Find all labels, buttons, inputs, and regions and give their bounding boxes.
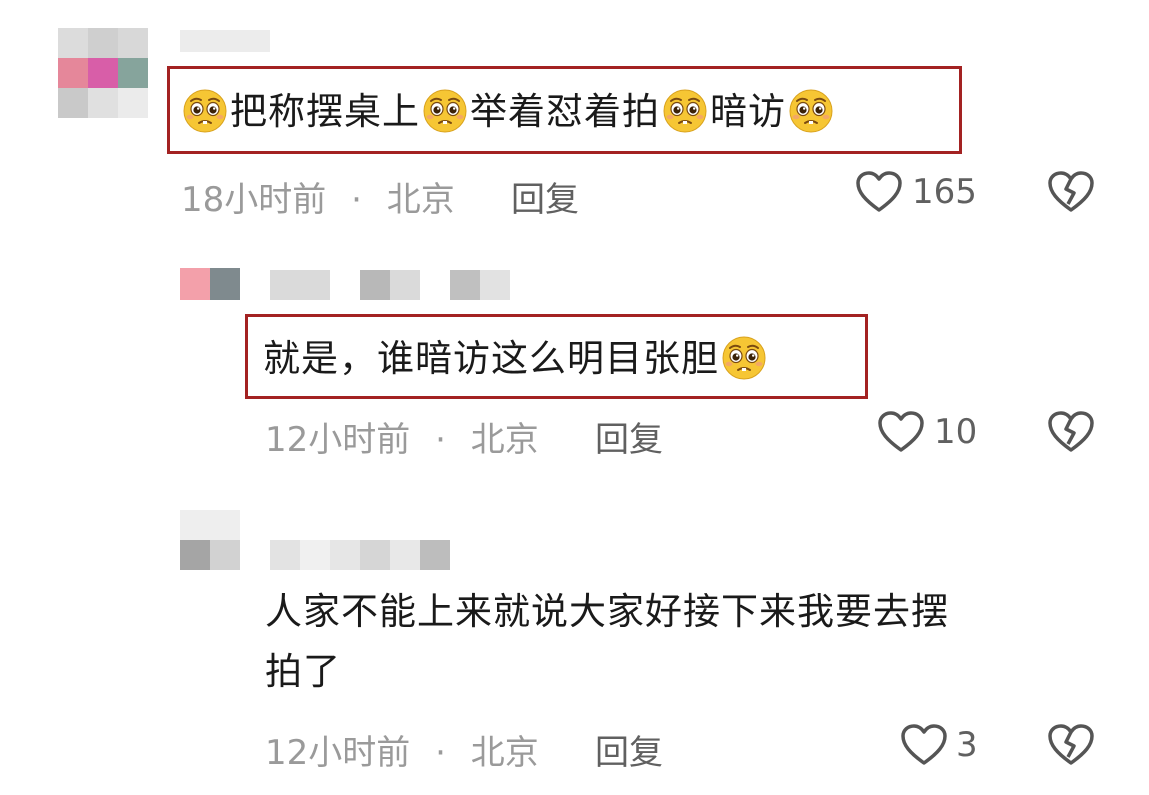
comment-text-body: 就是，谁暗访这么明目张胆 [263, 336, 719, 380]
avatar[interactable] [180, 268, 242, 300]
username[interactable] [270, 540, 480, 570]
pleading-face-emoji-icon [662, 88, 708, 134]
timestamp: 12小时前 [265, 420, 411, 460]
comment-meta: 12小时前 · 北京 [265, 412, 539, 461]
comment-text: 人家不能上来就说大家好接下来我要去摆 拍了 [265, 582, 949, 702]
comment-meta: 12小时前 · 北京 [265, 725, 539, 774]
separator: · [351, 180, 362, 220]
comment-text-line-2: 拍了 [265, 650, 341, 693]
like-count: 165 [912, 172, 977, 212]
heart-outline-icon[interactable] [900, 723, 948, 767]
comment-text: 把称摆桌上 举着怼着拍 暗访 [182, 88, 834, 134]
timestamp: 12小时前 [265, 733, 411, 773]
comment-text-part-2: 举着怼着拍 [470, 89, 660, 133]
separator: · [435, 420, 446, 460]
separator: · [435, 733, 446, 773]
username[interactable] [270, 270, 510, 300]
location: 北京 [470, 733, 539, 773]
avatar[interactable] [58, 28, 153, 123]
comment-text: 就是，谁暗访这么明目张胆 [263, 335, 767, 381]
pleading-face-emoji-icon [182, 88, 228, 134]
like-count: 10 [934, 412, 978, 452]
pleading-face-emoji-icon [721, 335, 767, 381]
like-count: 3 [956, 725, 978, 765]
location: 北京 [470, 420, 539, 460]
location: 北京 [386, 180, 455, 220]
timestamp: 18小时前 [181, 180, 327, 220]
comment-text-part-1: 把称摆桌上 [230, 89, 420, 133]
reply-button[interactable]: 回复 [511, 172, 579, 221]
comment-text-line-1: 人家不能上来就说大家好接下来我要去摆 [265, 590, 949, 633]
broken-heart-icon[interactable] [1047, 170, 1095, 214]
pleading-face-emoji-icon [422, 88, 468, 134]
comment-text-part-3: 暗访 [710, 89, 786, 133]
reply-button[interactable]: 回复 [595, 725, 663, 774]
reply-button[interactable]: 回复 [595, 412, 663, 461]
heart-outline-icon[interactable] [877, 410, 925, 454]
comment-meta: 18小时前 · 北京 [181, 172, 455, 221]
pleading-face-emoji-icon [788, 88, 834, 134]
avatar[interactable] [180, 510, 242, 570]
username[interactable] [180, 30, 270, 52]
broken-heart-icon[interactable] [1047, 410, 1095, 454]
broken-heart-icon[interactable] [1047, 723, 1095, 767]
heart-outline-icon[interactable] [855, 170, 903, 214]
